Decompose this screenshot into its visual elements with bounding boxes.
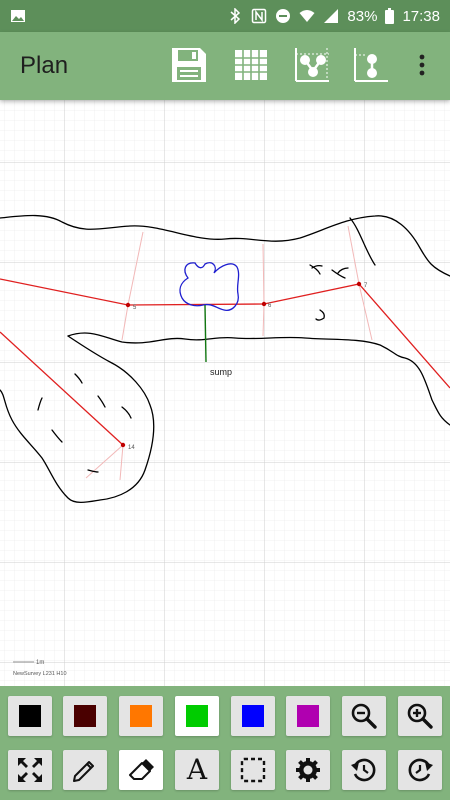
- sketch-canvas[interactable]: 5 6 7 14 sump 1m NewSurvey L231 H10: [0, 100, 450, 686]
- settings-icon: [296, 758, 320, 782]
- elevation-icon: [354, 48, 388, 82]
- zoom-out-icon: [351, 703, 377, 729]
- zoom-in-icon: [407, 703, 433, 729]
- table-icon: [235, 50, 267, 80]
- magenta-swatch: [297, 705, 319, 727]
- eraser-icon: [129, 759, 154, 780]
- undo-icon: [351, 758, 376, 782]
- eraser-button[interactable]: [119, 750, 163, 790]
- color-black-button[interactable]: [8, 696, 52, 736]
- green-swatch: [186, 705, 208, 727]
- color-magenta-button[interactable]: [286, 696, 330, 736]
- sump-label: sump: [210, 367, 232, 377]
- fit-screen-button[interactable]: [8, 750, 52, 790]
- text-tool-button[interactable]: A: [175, 750, 219, 790]
- station-14[interactable]: [120, 442, 126, 448]
- station-5[interactable]: [125, 302, 131, 308]
- battery-percent: 83%: [347, 7, 378, 25]
- black-swatch: [19, 705, 41, 727]
- fit-screen-icon: [18, 758, 42, 782]
- bluetooth-icon: [230, 8, 241, 24]
- undo-button[interactable]: [342, 750, 386, 790]
- redo-button[interactable]: [398, 750, 442, 790]
- elevation-button[interactable]: [350, 44, 392, 86]
- color-orange-button[interactable]: [119, 696, 163, 736]
- color-dark-red-button[interactable]: [63, 696, 107, 736]
- station-6[interactable]: [261, 301, 267, 307]
- redo-icon: [408, 758, 433, 782]
- station-7[interactable]: [356, 281, 362, 287]
- zoom-in-button[interactable]: [398, 696, 442, 736]
- save-button[interactable]: [168, 44, 210, 86]
- survey-network-icon: [295, 48, 329, 82]
- table-button[interactable]: [230, 44, 272, 86]
- wifi-icon: [299, 10, 315, 22]
- app-root: 83% 17:38 Plan 5 6 7 14 sump 1m NewSurve…: [0, 0, 450, 800]
- image-notification-icon: [11, 10, 25, 22]
- bottom-toolbar: A: [0, 686, 450, 800]
- sketch-svg[interactable]: 5 6 7 14 sump 1m NewSurvey L231 H10: [0, 100, 450, 686]
- orange-swatch: [130, 705, 152, 727]
- color-green-button[interactable]: [175, 696, 219, 736]
- do-not-disturb-icon: [276, 9, 291, 23]
- nfc-icon: [252, 8, 267, 24]
- survey-network-button[interactable]: [291, 44, 333, 86]
- battery-icon: [385, 8, 395, 24]
- pencil-icon: [73, 761, 94, 782]
- color-blue-button[interactable]: [231, 696, 275, 736]
- text-tool-icon: A: [186, 753, 208, 786]
- app-bar: Plan: [0, 32, 450, 100]
- more-options-button[interactable]: [404, 44, 440, 86]
- save-icon: [172, 48, 206, 82]
- selection-icon: [240, 757, 266, 783]
- dark-red-swatch: [74, 705, 96, 727]
- scale-label: 1m: [36, 660, 44, 666]
- settings-button[interactable]: [286, 750, 330, 790]
- zoom-out-button[interactable]: [342, 696, 386, 736]
- survey-info: NewSurvey L231 H10: [13, 671, 67, 677]
- more-vert-icon: [419, 54, 425, 76]
- sump-pointer: [204, 304, 207, 363]
- status-bar: 83% 17:38: [0, 0, 450, 32]
- major-grid: [0, 100, 450, 686]
- blue-swatch: [242, 705, 264, 727]
- station-label-14: 14: [128, 445, 135, 451]
- clock: 17:38: [402, 7, 440, 25]
- signal-icon: [324, 9, 339, 23]
- selection-button[interactable]: [231, 750, 275, 790]
- page-title: Plan: [20, 52, 69, 79]
- pencil-button[interactable]: [63, 750, 107, 790]
